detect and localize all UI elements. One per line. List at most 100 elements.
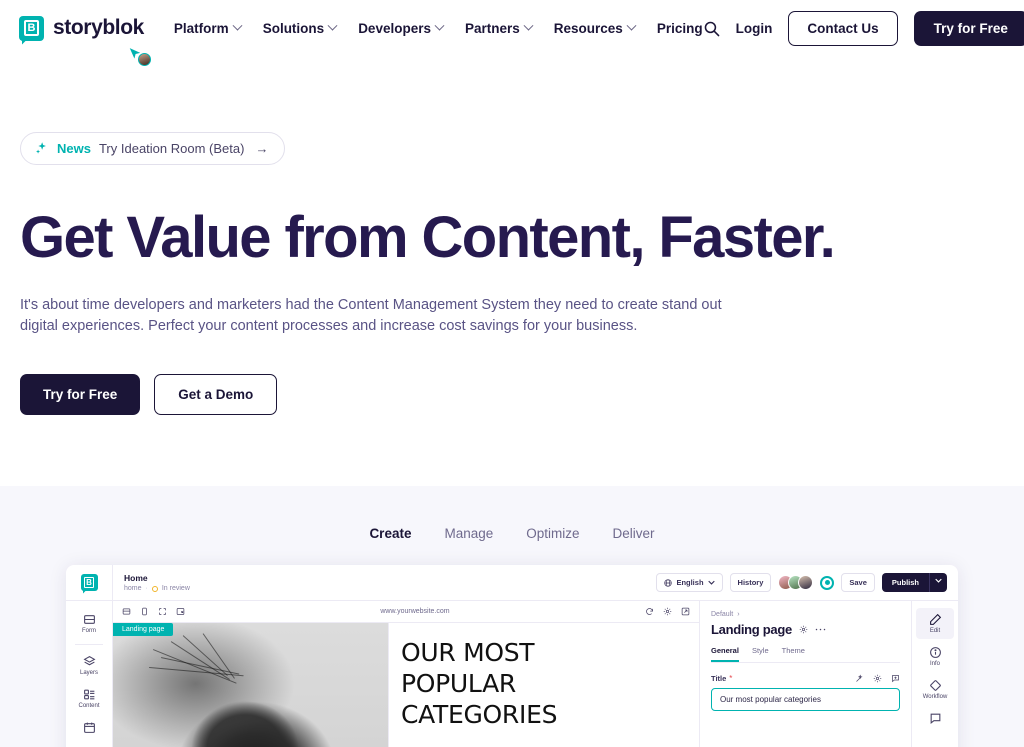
component-tag-landing-page[interactable]: Landing page [113, 623, 174, 636]
sidebar-item-edit-label: Edit [929, 628, 941, 634]
breadcrumb-label: Default [711, 611, 734, 618]
publish-dropdown-chevron-icon[interactable] [929, 573, 947, 592]
gear-icon[interactable] [663, 607, 672, 616]
preview-heading-line-2: POPULAR [401, 669, 517, 698]
comment-icon[interactable] [891, 674, 900, 683]
app-right-sidebar: Edit Info Workflow [911, 601, 958, 747]
brand-name: storyblok [53, 16, 144, 39]
title-field-label: Title [711, 674, 727, 683]
page-preview[interactable]: Landing page OUR MOST POPULAR CATEGORIES [113, 623, 699, 747]
avatar[interactable] [798, 575, 814, 590]
sparkle-icon [34, 141, 49, 156]
model-photo [113, 623, 388, 747]
preview-url[interactable]: www.yourwebsite.com [380, 608, 449, 615]
sidebar-divider [75, 644, 103, 645]
nav-item-resources[interactable]: Resources [553, 20, 637, 36]
preview-toolbar: www.yourwebsite.com [113, 601, 699, 623]
nav-item-pricing-label: Pricing [656, 20, 703, 36]
panel-tabs: General Style Theme [711, 646, 900, 663]
app-header-actions: English History Save Publish [656, 565, 958, 600]
sidebar-item-calendar[interactable] [70, 716, 108, 739]
breadcrumb[interactable]: Default › [711, 611, 900, 618]
globe-icon [664, 578, 673, 587]
tab-deliver[interactable]: Deliver [613, 526, 655, 541]
app-left-sidebar: Form Layers Content [66, 601, 113, 747]
try-for-free-button-hero[interactable]: Try for Free [20, 373, 141, 415]
meta-separator: · [145, 585, 148, 592]
open-external-icon[interactable] [681, 607, 690, 616]
get-a-demo-button[interactable]: Get a Demo [154, 373, 278, 415]
comment-icon [929, 712, 942, 725]
storyblok-logo[interactable]: B storyblok [19, 15, 144, 41]
nav-item-pricing[interactable]: Pricing [657, 21, 703, 36]
sidebar-item-edit[interactable]: Edit [916, 608, 954, 639]
panel-title: Landing page [711, 622, 792, 637]
sidebar-item-info-label: Info [929, 661, 940, 667]
sidebar-item-form-label: Form [82, 628, 96, 634]
nav-item-platform[interactable]: Platform [173, 20, 243, 36]
news-pill-text: Try Ideation Room (Beta) [98, 141, 245, 156]
panel-tab-style[interactable]: Style [752, 646, 769, 662]
sidebar-item-info[interactable]: Info [916, 641, 954, 672]
preview-heading-line-1: OUR MOST [401, 638, 535, 667]
status-dot-icon [151, 585, 158, 592]
nav-item-resources-label: Resources [553, 20, 623, 36]
app-preview-column: www.yourwebsite.com Landing page OUR MOS… [113, 601, 699, 747]
panel-tab-theme[interactable]: Theme [782, 646, 805, 662]
live-presence-icon[interactable] [820, 575, 835, 590]
viewport-switcher [122, 607, 185, 616]
contact-us-button[interactable]: Contact Us [788, 10, 898, 46]
nav-item-partners[interactable]: Partners [465, 20, 534, 36]
arrow-right-icon: → [255, 141, 269, 156]
hero-cta-group: Try for Free Get a Demo [20, 373, 1004, 415]
sidebar-item-layers-label: Layers [79, 670, 98, 676]
sidebar-item-content[interactable]: Content [70, 683, 108, 714]
required-marker: * [729, 674, 733, 683]
magic-wand-icon[interactable] [855, 674, 864, 683]
chevron-right-icon: › [737, 611, 740, 618]
nav-item-solutions-label: Solutions [262, 20, 325, 36]
storyblok-logo-icon-small: B [80, 574, 98, 591]
preview-heading-block: OUR MOST POPULAR CATEGORIES [388, 623, 699, 747]
app-story-slug: home [124, 585, 142, 592]
new-window-icon[interactable] [176, 607, 185, 616]
title-input[interactable]: Our most popular categories [711, 688, 900, 711]
nav-item-developers[interactable]: Developers [358, 20, 445, 36]
news-announcement-pill[interactable]: News Try Ideation Room (Beta) → [20, 132, 286, 165]
sidebar-item-content-label: Content [78, 703, 100, 709]
language-selector-label: English [676, 578, 704, 587]
fullscreen-icon[interactable] [158, 607, 167, 616]
publish-button[interactable]: Publish [881, 573, 929, 592]
top-navigation-bar: B storyblok Platform Solutions Developer… [0, 0, 1024, 56]
login-link[interactable]: Login [736, 21, 773, 36]
tab-optimize[interactable]: Optimize [526, 526, 579, 541]
more-options-icon[interactable] [815, 627, 826, 632]
tab-manage[interactable]: Manage [444, 526, 493, 541]
tab-create[interactable]: Create [369, 526, 411, 541]
sidebar-item-layers[interactable]: Layers [70, 650, 108, 681]
app-logo[interactable]: B [66, 565, 113, 600]
sidebar-item-comments[interactable] [916, 707, 954, 730]
content-icon [83, 688, 96, 701]
history-button[interactable]: History [729, 573, 772, 592]
desktop-view-icon[interactable] [122, 607, 131, 616]
hero-subtitle: It's about time developers and marketers… [20, 296, 722, 334]
language-selector[interactable]: English [656, 573, 723, 592]
search-icon[interactable] [703, 20, 720, 37]
refresh-icon[interactable] [645, 607, 654, 616]
try-for-free-button-nav[interactable]: Try for Free [913, 10, 1024, 46]
nav-item-solutions[interactable]: Solutions [262, 20, 338, 36]
gear-icon[interactable] [873, 674, 882, 683]
properties-panel: Default › Landing page General Style The… [129, 48, 911, 747]
sidebar-item-form[interactable]: Form [70, 608, 108, 639]
workflow-icon [929, 679, 942, 692]
sidebar-item-workflow[interactable]: Workflow [916, 674, 954, 705]
panel-tab-general[interactable]: General [711, 646, 739, 662]
save-button[interactable]: Save [841, 573, 875, 592]
layers-icon [83, 655, 96, 668]
gear-icon[interactable] [799, 625, 808, 634]
mobile-view-icon[interactable] [140, 607, 149, 616]
primary-nav-links: Platform Solutions Developers Partners R… [173, 20, 703, 36]
nav-item-platform-label: Platform [173, 20, 229, 36]
preview-toolbar-actions [645, 607, 690, 616]
